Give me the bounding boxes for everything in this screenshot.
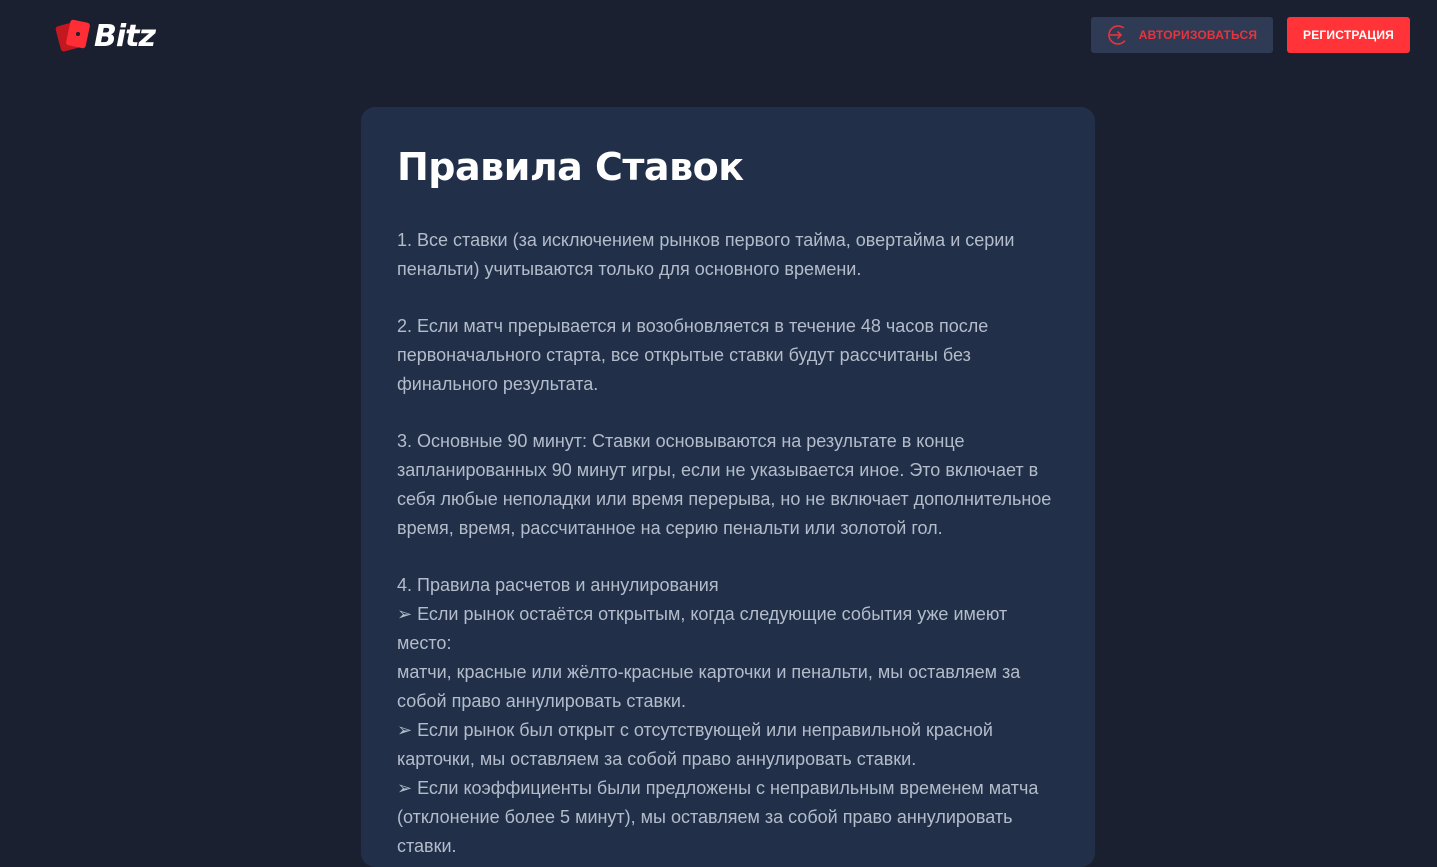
rules-list: 1. Все ставки (за исключением рынков пер… bbox=[397, 226, 1065, 861]
rule-line: 4. Правила расчетов и аннулирования bbox=[397, 575, 719, 595]
rule-line: ➢ Если коэффициенты были предложены с не… bbox=[397, 778, 1039, 798]
rule-line: пенальти) учитываются только для основно… bbox=[397, 259, 862, 279]
site-header: Bitz АВТОРИЗОВАТЬСЯ РЕГИСТРАЦИЯ bbox=[0, 0, 1437, 70]
rule-line: ➢ Если рынок был открыт с отсутствующей … bbox=[397, 720, 993, 740]
login-button-label: АВТОРИЗОВАТЬСЯ bbox=[1138, 28, 1258, 42]
rule-spacer bbox=[397, 284, 1065, 312]
rule-item: 2. Если матч прерывается и возобновляетс… bbox=[397, 312, 1065, 399]
rule-line: матчи, красные или жёлто-красные карточк… bbox=[397, 662, 1021, 682]
rules-panel: Правила Ставок 1. Все ставки (за исключе… bbox=[361, 107, 1095, 867]
rule-line: финального результата. bbox=[397, 374, 599, 394]
register-button-label: РЕГИСТРАЦИЯ bbox=[1303, 28, 1394, 42]
rule-item: 1. Все ставки (за исключением рынков пер… bbox=[397, 226, 1065, 284]
page-title: Правила Ставок bbox=[397, 145, 744, 189]
rule-line: запланированных 90 минут игры, если не у… bbox=[397, 460, 1039, 480]
rule-spacer bbox=[397, 543, 1065, 571]
rule-line: 1. Все ставки (за исключением рынков пер… bbox=[397, 230, 1015, 250]
rule-item: 3. Основные 90 минут: Ставки основываютс… bbox=[397, 427, 1065, 543]
rule-line: себя любые неполадки или время перерыва,… bbox=[397, 489, 1052, 509]
rule-line: время, время, рассчитанное на серию пена… bbox=[397, 518, 943, 538]
register-button[interactable]: РЕГИСТРАЦИЯ bbox=[1287, 17, 1410, 53]
rule-line: ➢ Если рынок остаётся открытым, когда сл… bbox=[397, 604, 1008, 653]
login-button[interactable]: АВТОРИЗОВАТЬСЯ bbox=[1091, 17, 1273, 53]
rule-line: 3. Основные 90 минут: Ставки основываютс… bbox=[397, 431, 965, 451]
rule-line: карточки, мы оставляем за собой право ан… bbox=[397, 749, 917, 769]
sign-in-icon bbox=[1107, 25, 1128, 45]
rule-line: ставки. bbox=[397, 836, 457, 856]
rule-item: 4. Правила расчетов и аннулирования ➢ Есл… bbox=[397, 571, 1065, 861]
logo-text: Bitz bbox=[94, 18, 156, 54]
playing-cards-icon bbox=[54, 19, 91, 53]
rule-spacer bbox=[397, 399, 1065, 427]
rule-line: собой право аннулировать ставки. bbox=[397, 691, 686, 711]
rule-line: (отклонение более 5 минут), мы оставляем… bbox=[397, 807, 1013, 827]
rule-line: 2. Если матч прерывается и возобновляетс… bbox=[397, 316, 989, 336]
site-logo[interactable]: Bitz bbox=[54, 18, 156, 54]
rule-line: первоначального старта, все открытые ста… bbox=[397, 345, 971, 365]
